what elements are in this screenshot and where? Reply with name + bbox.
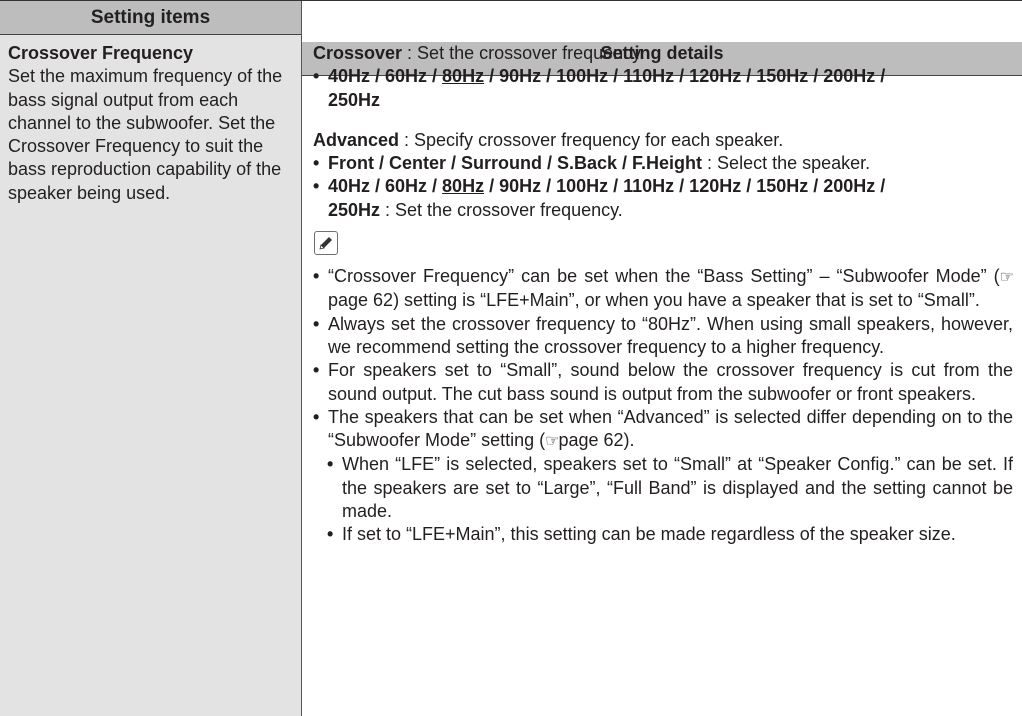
advanced-desc: : Specify crossover frequency for each s… [399,129,784,150]
adv-freq-options-b: / 90Hz / 100Hz / 110Hz / 120Hz / 150Hz /… [484,176,886,197]
setting-item: Crossover Frequency Set the maximum freq… [8,42,298,205]
adv-freq-desc: : Set the crossover frequency. [380,199,623,220]
setting-items-column: Crossover Frequency Set the maximum freq… [0,35,301,716]
note-item: The speakers that can be set when “Advan… [313,406,1013,454]
settings-table: Setting items Setting details Crossover … [0,0,1022,716]
note-item: “Crossover Frequency” can be set when th… [313,265,1014,313]
setting-details: Crossover : Set the crossover frequency.… [313,42,1014,547]
page-ref-icon: ☞ [545,433,559,451]
speaker-list: Front / Center / Surround / S.Back / F.H… [313,152,1013,176]
page-ref-icon: ☞ [999,269,1014,287]
crossover-freq-list: 40Hz / 60Hz / 80Hz / 90Hz / 100Hz / 110H… [313,65,1013,89]
setting-item-description: Set the maximum frequency of the bass si… [8,66,283,203]
speaker-options: Front / Center / Surround / S.Back / F.H… [328,153,703,174]
crossover-line: Crossover : Set the crossover frequency. [313,42,1013,65]
sub-notes: When “LFE” is selected, speakers set to … [313,453,1013,546]
note-text: page 62). [558,430,635,451]
sub-note-item: If set to “LFE+Main”, this setting can b… [327,523,1013,547]
sub-note-item: When “LFE” is selected, speakers set to … [327,453,1013,523]
column-divider [301,1,302,716]
freq-options-a: 40Hz / 60Hz / [328,66,443,87]
advanced-line: Advanced : Specify crossover frequency f… [313,129,1013,152]
crossover-freq-list-cont: 250Hz [313,89,1013,112]
crossover-desc: : Set the crossover frequency. [402,43,645,63]
speaker-desc: : Select the speaker. [702,153,871,174]
adv-freq-default: 80Hz [442,176,485,197]
adv-freq-options-a: 40Hz / 60Hz / [328,176,443,197]
note-item: Always set the crossover frequency to “8… [313,313,1013,360]
header-setting-items: Setting items [0,1,301,35]
note-item: For speakers set to “Small”, sound below… [313,359,1013,406]
notes-list: “Crossover Frequency” can be set when th… [313,265,1014,547]
adv-freq-options-c: 250Hz [328,199,381,220]
setting-item-title: Crossover Frequency [8,43,194,63]
advanced-freq-list: 40Hz / 60Hz / 80Hz / 90Hz / 100Hz / 110H… [313,175,1013,199]
note-text: “Crossover Frequency” can be set when th… [328,266,1000,287]
freq-default: 80Hz [442,66,485,87]
advanced-freq-list-cont: 250Hz : Set the crossover frequency. [313,199,1013,222]
freq-options-b: / 90Hz / 100Hz / 110Hz / 120Hz / 150Hz /… [484,66,886,87]
note-text: page 62) setting is “LFE+Main”, or when … [328,290,980,311]
crossover-label: Crossover [313,43,403,63]
advanced-label: Advanced [313,129,400,150]
note-text: The speakers that can be set when “Advan… [328,406,1013,451]
pencil-icon [314,231,338,256]
freq-options-c: 250Hz [328,89,381,110]
